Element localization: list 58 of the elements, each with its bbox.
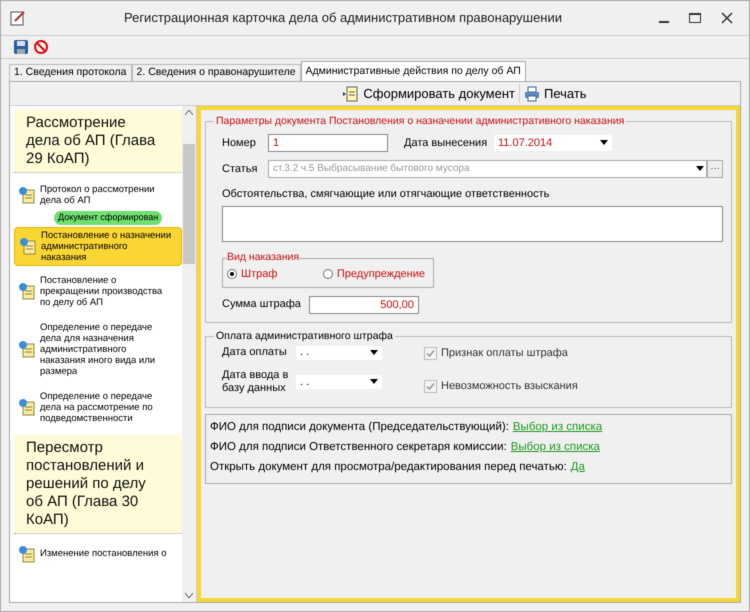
tab[interactable]: Административные действия по делу об АП (300, 61, 526, 81)
status-badge: Документ сформирован (54, 211, 162, 224)
number-field[interactable]: 1 (268, 134, 388, 152)
field-label: Номер (221, 136, 257, 150)
field-label: Сумма штрафа (222, 297, 301, 312)
caret-icon (600, 140, 608, 146)
tab[interactable]: 1. Сведения протокола (9, 64, 132, 81)
window-title: Регистрационная карточка дела об административном правонарушении (122, 9, 564, 28)
document-icon (18, 398, 36, 416)
radio-option[interactable]: Штраф (227, 266, 278, 282)
caret-icon (370, 379, 378, 384)
field-label: Дата ввода в базу данных (221, 368, 290, 395)
signature-label: Открыть документ для просмотра/редактирования перед печатью: (210, 460, 567, 476)
signature-label: ФИО для подписи Ответственного секретаря комиссии: (210, 440, 507, 455)
generate-document-button[interactable]: Сформировать документ (339, 84, 520, 104)
browse-button[interactable]: ··· (707, 160, 723, 178)
document-icon (18, 340, 36, 358)
document-item[interactable]: Изменение постановления о (14, 542, 182, 564)
document-item[interactable]: Протокол о рассмотрении дела об АП (14, 182, 182, 208)
document-item[interactable]: Постановление о назначении административного наказания (14, 226, 182, 266)
caret-icon (370, 350, 378, 355)
section-header: Пересмотр постановлений и решений по делу об АП (Глава 30 КоАП) (14, 434, 182, 534)
caret-icon (696, 166, 704, 172)
document-item[interactable]: Определение о передаче дела для назначения административного наказания иного вида или размера (14, 320, 182, 378)
scroll-down-icon[interactable] (185, 593, 193, 598)
scrollbar-thumb[interactable] (183, 144, 195, 264)
cancel-icon[interactable] (33, 39, 49, 55)
section-header: Рассмотрение дела об АП (Глава 29 КоАП) (14, 110, 182, 173)
close-icon[interactable] (721, 12, 733, 24)
fine-amount-field[interactable]: 500,00 (308, 296, 419, 314)
date-dropdown[interactable]: 11.07.2014 (494, 134, 612, 151)
document-icon (18, 186, 36, 204)
field-label: Дата вынесения (404, 136, 488, 150)
date-dropdown[interactable]: . . (296, 346, 382, 360)
document-item[interactable]: Определение о передаче дела на рассмотрение по подведомственности (14, 388, 182, 426)
document-icon (18, 544, 36, 562)
printer-icon (524, 86, 540, 102)
signature-label: ФИО для подписи документа (Председательствующий): (210, 420, 509, 435)
scroll-up-icon[interactable] (185, 110, 193, 115)
maximize-icon[interactable] (689, 13, 701, 23)
document-item[interactable]: Постановление о прекращении производства по делу об АП (14, 272, 182, 310)
document-icon (19, 237, 37, 255)
save-icon[interactable] (13, 39, 29, 55)
field-label: Дата оплаты (221, 345, 288, 360)
document-icon (343, 86, 360, 102)
group-title: Оплата административного штрафа (215, 328, 394, 344)
group-title: Параметры документа Постановления о назначении административного наказания (215, 114, 626, 129)
field-label: Обстоятельства, смягчающие или отягчающие ответственность (221, 186, 550, 202)
date-dropdown[interactable]: . . (296, 374, 382, 389)
circumstances-field[interactable] (222, 206, 723, 242)
app-icon (9, 9, 27, 27)
tab[interactable]: 2. Сведения о правонарушителе (132, 64, 301, 81)
group-title: Вид наказания (227, 250, 300, 266)
print-button[interactable]: Печать (520, 84, 591, 104)
radio-option[interactable]: Предупреждение (322, 266, 425, 282)
field-label: Статья (221, 162, 258, 176)
scrollbar[interactable] (182, 106, 196, 602)
document-icon (18, 282, 36, 300)
